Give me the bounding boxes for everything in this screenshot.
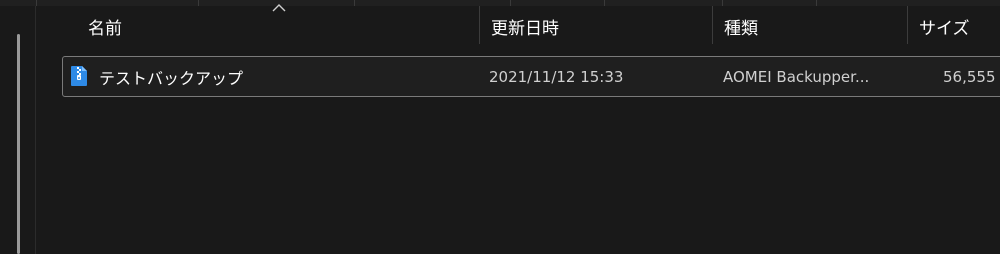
file-type: AOMEI Backupper... [723, 67, 870, 86]
file-row[interactable]: テストバックアップ 2021/11/12 15:33 AOMEI Backupp… [62, 56, 1000, 97]
file-name: テストバックアップ [99, 68, 244, 88]
column-header-size[interactable]: サイズ [905, 6, 1000, 46]
column-header-modified[interactable]: 更新日時 [477, 6, 712, 46]
file-explorer-details-view: 名前 更新日時 種類 サイズ テストバックアップ 2021/11/12 15:3… [0, 0, 1000, 254]
column-header-modified-label: 更新日時 [491, 18, 559, 39]
column-header-type-label: 種類 [724, 18, 758, 39]
file-modified-date: 2021/11/12 15:33 [489, 67, 624, 86]
column-header-name-label: 名前 [88, 18, 122, 39]
column-header-type[interactable]: 種類 [710, 6, 907, 46]
zip-archive-icon [71, 66, 87, 86]
column-header-name[interactable]: 名前 [74, 6, 479, 46]
navigation-scrollbar[interactable] [17, 34, 20, 254]
file-size: 56,555 [943, 67, 996, 86]
pane-divider[interactable] [35, 6, 36, 254]
column-header-size-label: サイズ [919, 18, 970, 39]
